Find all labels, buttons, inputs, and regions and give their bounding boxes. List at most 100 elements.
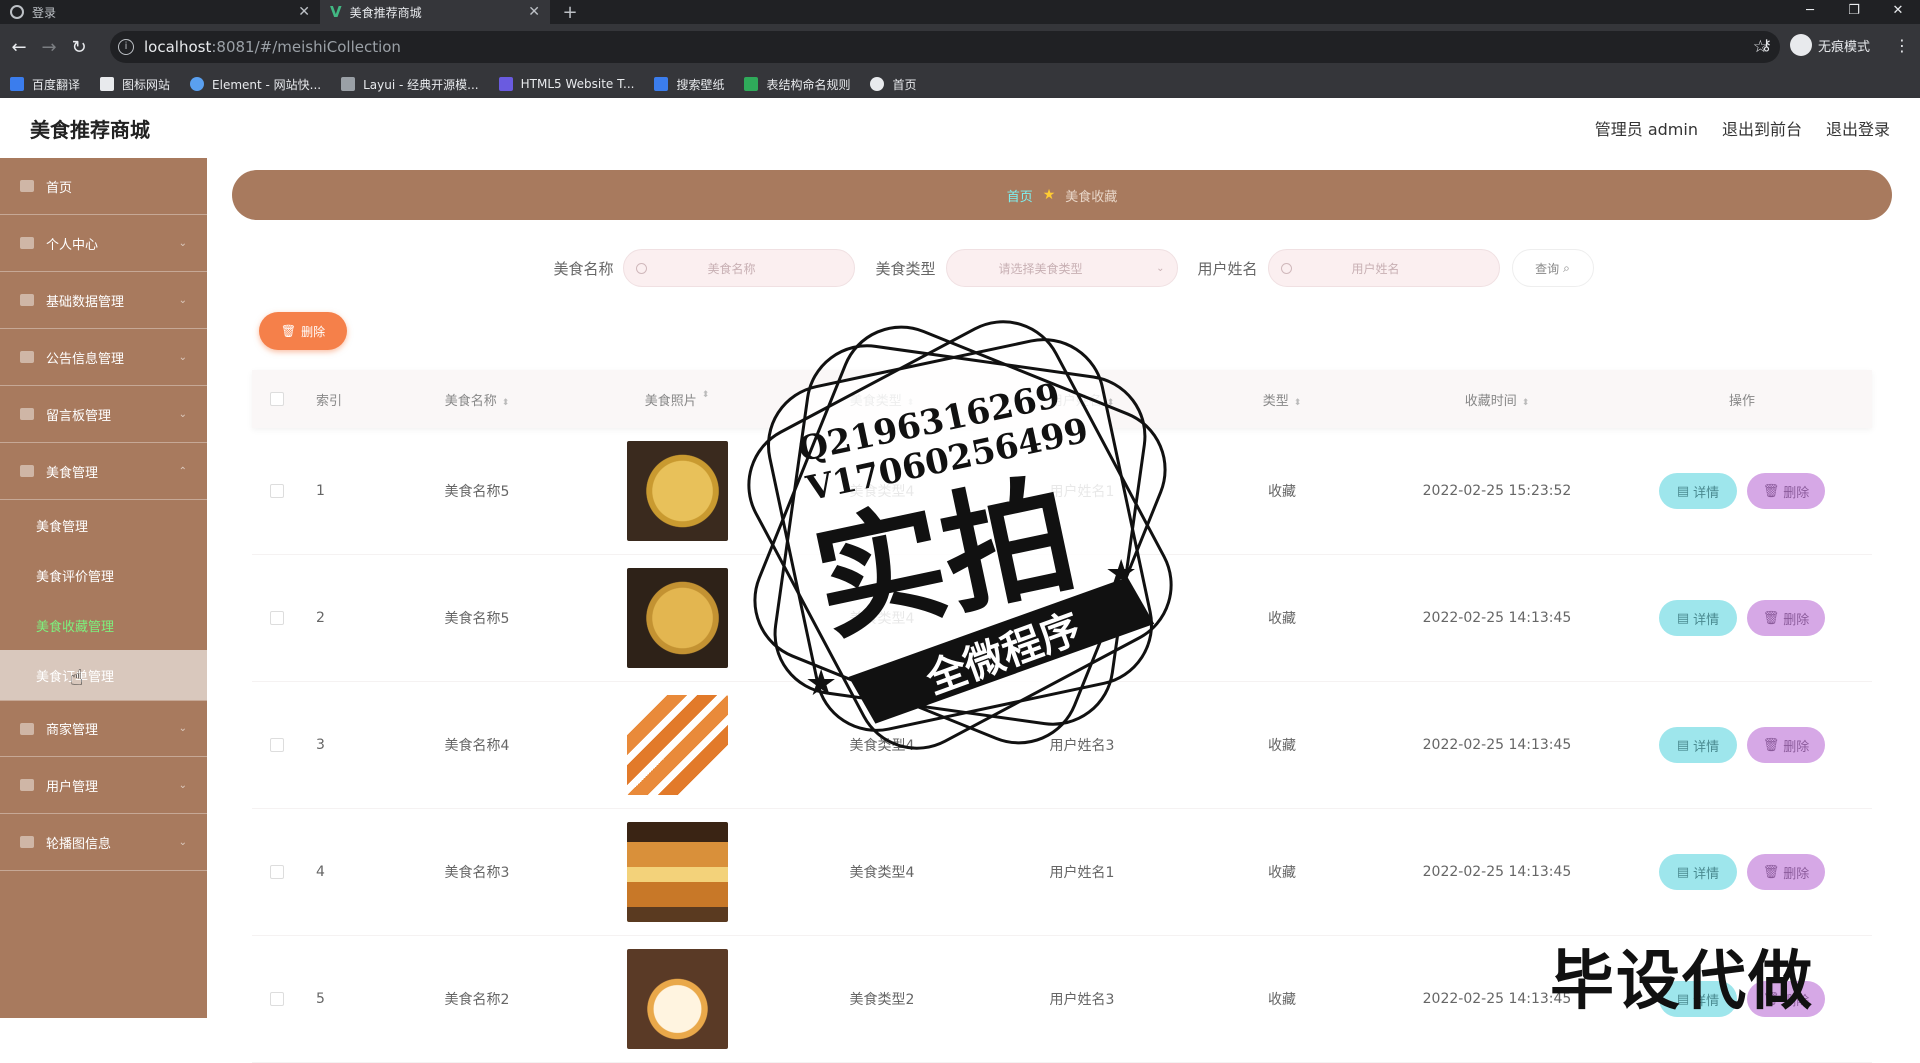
checkbox[interactable] [270,392,284,406]
bookmark-item[interactable]: 搜索壁纸 [654,76,724,93]
cell-user-name: 用户姓名3 [1049,738,1115,754]
col-collect-time[interactable]: 收藏时间 ⬍ [1382,390,1612,409]
hand-cursor-icon: ☝ [70,666,84,691]
close-window-icon[interactable]: ✕ [1876,0,1920,24]
detail-button[interactable]: ▤ 详情 [1659,727,1737,763]
sidebar-item-food[interactable]: 美食管理 ⌃ [0,443,207,500]
bookmark-item[interactable]: 首页 [870,76,917,93]
sort-icon[interactable]: ⬍ [702,390,710,409]
bookmark-item[interactable]: 百度翻译 [10,76,80,93]
row-checkbox[interactable] [252,865,302,879]
col-kind[interactable]: 类型 ⬍ [1182,390,1382,409]
table-row: 4 美食名称3 美食类型4 用户姓名1 收藏 2022-02-25 14:13:… [252,809,1872,936]
checkbox[interactable] [270,611,284,625]
admin-label: 管理员 admin [1594,120,1698,139]
checkbox[interactable] [270,992,284,1006]
incognito-icon[interactable] [1789,34,1812,56]
row-checkbox[interactable] [252,738,302,752]
sidebar-subitem-food-manage[interactable]: 美食管理 [0,500,207,550]
col-food-name[interactable]: 美食名称 ⬍ [382,390,572,409]
select-all-checkbox[interactable] [252,392,302,406]
browser-tab-login[interactable]: 登录 ✕ [0,0,320,24]
bookmark-item[interactable]: 表结构命名规则 [744,76,850,93]
detail-button[interactable]: ▤ 详情 [1659,854,1737,890]
detail-button[interactable]: ▤ 详情 [1659,473,1737,509]
cell-index: 5 [316,991,325,1007]
sidebar-item-users[interactable]: 用户管理 ⌄ [0,757,207,814]
sidebar-item-carousel[interactable]: 轮播图信息 ⌄ [0,814,207,871]
new-tab-button[interactable]: + [550,0,590,24]
app-header: 美食推荐商城 管理员 admin 退出到前台 退出登录 [0,98,1920,158]
info-icon[interactable]: i [118,39,134,55]
user-name-input[interactable]: 用户姓名 [1267,249,1500,287]
browser-tab-active[interactable]: V 美食推荐商城 ✕ [320,0,550,24]
delete-label: 删除 [301,324,326,339]
search-icon [636,262,648,274]
row-checkbox[interactable] [252,484,302,498]
bookmark-label: 表结构命名规则 [766,77,851,92]
query-button[interactable]: 查询 ⌕ [1511,249,1594,287]
sort-icon[interactable]: ⬍ [1107,398,1115,408]
url-bar[interactable]: i localhost:8081/#/meishiCollection ☆ [110,31,1780,63]
minimize-icon[interactable]: ─ [1788,0,1832,24]
sort-icon[interactable]: ⬍ [1522,398,1530,408]
sidebar-item-label: 基础数据管理 [46,294,125,310]
sort-icon[interactable]: ⬍ [1294,398,1302,408]
checkbox[interactable] [270,484,284,498]
cell-collect-time: 2022-02-25 15:23:52 [1422,483,1572,499]
chevron-down-icon: ⌄ [178,294,187,306]
food-name-input[interactable]: 美食名称 [623,249,856,287]
delete-button[interactable]: 🗑 删除 [1747,854,1825,890]
sort-icon[interactable]: ⬍ [907,398,915,408]
col-user-name[interactable]: 用户姓名 ⬍ [982,390,1182,409]
cell-kind: 收藏 [1268,865,1296,881]
batch-delete-button[interactable]: 🗑 删除 [259,312,347,350]
col-food-type[interactable]: 美食类型 ⬍ [782,390,982,409]
checkbox[interactable] [270,865,284,879]
search-icon: ⌕ [1563,260,1570,275]
close-icon[interactable]: ✕ [528,4,540,20]
delete-label: 删除 [1783,866,1810,882]
sort-icon[interactable]: ⬍ [502,398,510,408]
back-icon[interactable]: ← [4,37,34,58]
sidebar-subitem-food-collection[interactable]: 美食收藏管理 [0,600,207,650]
sidebar-item-notice[interactable]: 公告信息管理 ⌄ [0,329,207,386]
bookmark-label: Element - 网站快... [212,77,322,92]
restore-icon[interactable]: ❐ [1832,0,1876,24]
sidebar-subitem-food-review[interactable]: 美食评价管理 [0,550,207,600]
sidebar-item-message[interactable]: 留言板管理 ⌄ [0,386,207,443]
col-food-photo[interactable]: 美食照片 ⬍ [572,390,782,409]
bookmark-item[interactable]: HTML5 Website T... [498,77,634,91]
sidebar-item-basic-data[interactable]: 基础数据管理 ⌄ [0,272,207,329]
sidebar-item-merchant[interactable]: 商家管理 ⌄ [0,700,207,757]
bookmark-item[interactable]: Element - 网站快... [190,76,321,93]
front-link[interactable]: 退出到前台 [1722,116,1802,140]
checkbox[interactable] [270,738,284,752]
row-checkbox[interactable] [252,611,302,625]
forward-icon[interactable]: → [34,37,64,58]
incognito-label[interactable]: 无痕模式 [1818,36,1870,55]
close-icon[interactable]: ✕ [298,4,310,20]
delete-button[interactable]: 🗑 删除 [1747,600,1825,636]
home-icon [20,180,34,192]
reload-icon[interactable]: ↻ [64,37,94,58]
wallpaper-icon [654,77,669,91]
delete-button[interactable]: 🗑 删除 [1747,727,1825,763]
bookmark-item[interactable]: Layui - 经典开源模... [341,76,479,93]
grid-icon [20,294,34,306]
sidebar-item-profile[interactable]: 个人中心 ⌄ [0,215,207,272]
food-type-select[interactable]: 请选择美食类型 ⌄ [945,249,1178,287]
globe-icon [870,77,885,91]
breadcrumb-home[interactable]: 首页 [1007,186,1033,205]
cell-food-type: 美食类型4 [849,865,915,881]
logout-link[interactable]: 退出登录 [1826,116,1890,140]
browser-menu-icon[interactable]: ⋮ [1894,36,1910,55]
sidebar-subitem-food-order[interactable]: 美食订单管理 [0,650,207,700]
delete-button[interactable]: 🗑 删除 [1747,473,1825,509]
detail-button[interactable]: ▤ 详情 [1659,600,1737,636]
delete-label: 删除 [1783,485,1810,501]
bookmark-item[interactable]: 图标网站 [100,76,170,93]
sidebar-item-home[interactable]: 首页 [0,158,207,215]
key-icon[interactable]: ⚷ [1761,36,1772,54]
row-checkbox[interactable] [252,992,302,1006]
